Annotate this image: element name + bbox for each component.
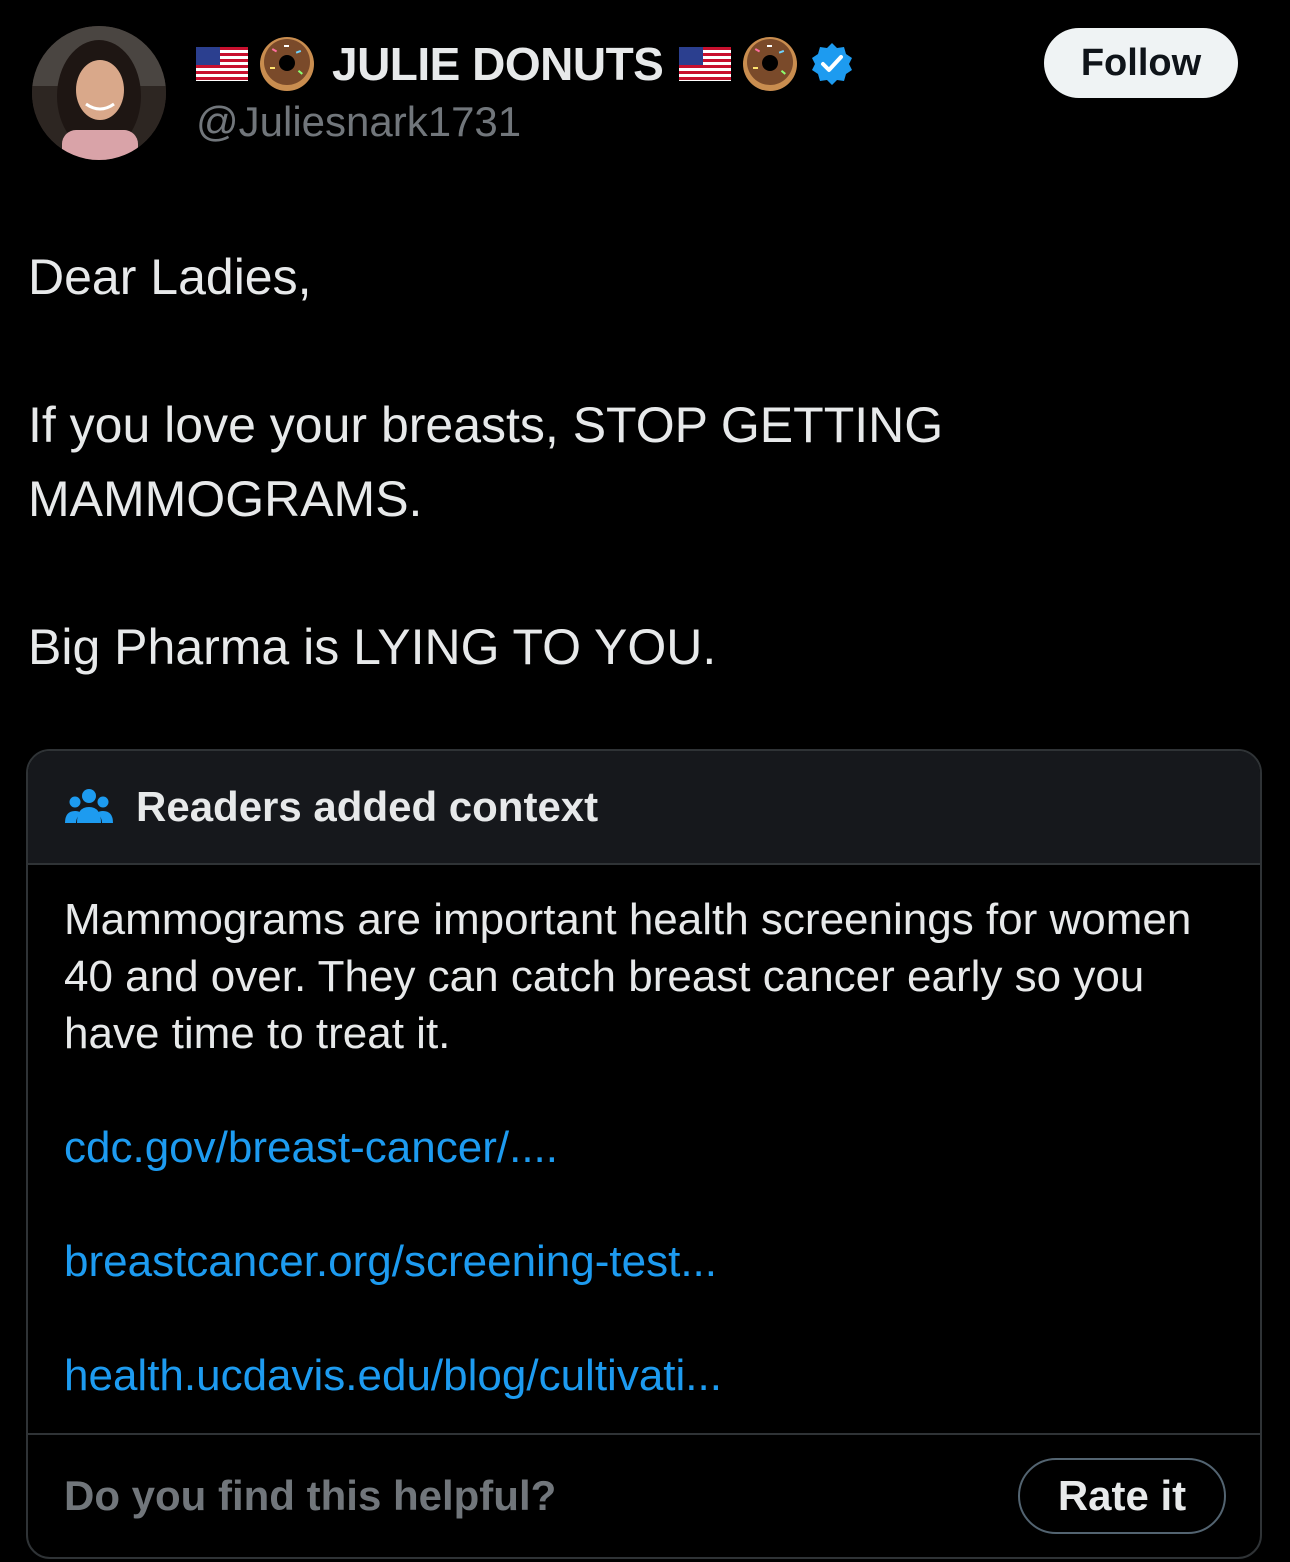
helpful-question: Do you find this helpful? [64,1472,557,1519]
source-link-cdc[interactable]: cdc.gov/breast-cancer/.... [64,1119,1224,1176]
us-flag-icon [196,47,248,81]
user-handle[interactable]: @Juliesnark1731 [196,98,521,146]
source-link-ucdavis[interactable]: health.ucdavis.edu/blog/cultivati... [64,1347,1224,1404]
community-note-footer: Do you find this helpful? Rate it [28,1433,1260,1557]
donut-icon [743,37,798,91]
source-link-breastcancer[interactable]: breastcancer.org/screening-test... [64,1233,1224,1290]
community-note-text: Mammograms are important health screenin… [64,895,1192,1058]
community-note-title: Readers added context [136,783,599,830]
people-icon [65,789,113,823]
verified-badge-icon[interactable] [809,41,855,87]
tweet-line: Dear Ladies, [28,249,312,305]
tweet-text: Dear Ladies, If you love your breasts, S… [28,240,1258,684]
donut-icon [260,37,314,91]
tweet-line: Big Pharma is LYING TO YOU. [28,619,717,675]
community-note-body: Mammograms are important health screenin… [28,865,1260,1435]
avatar[interactable] [32,26,166,160]
name-row: JULIE DONUTS [196,34,855,94]
tweet-header: JULIE DONUTS @Juliesnark1731 Follow [0,0,1290,200]
follow-button[interactable]: Follow [1044,28,1238,98]
us-flag-icon [679,47,732,81]
community-note-header: Readers added context [28,751,1260,865]
rate-it-button[interactable]: Rate it [1018,1458,1226,1534]
community-note: Readers added context Mammograms are imp… [26,749,1262,1559]
tweet-line: If you love your breasts, STOP GETTING M… [28,397,944,527]
display-name[interactable]: JULIE DONUTS [332,37,664,91]
